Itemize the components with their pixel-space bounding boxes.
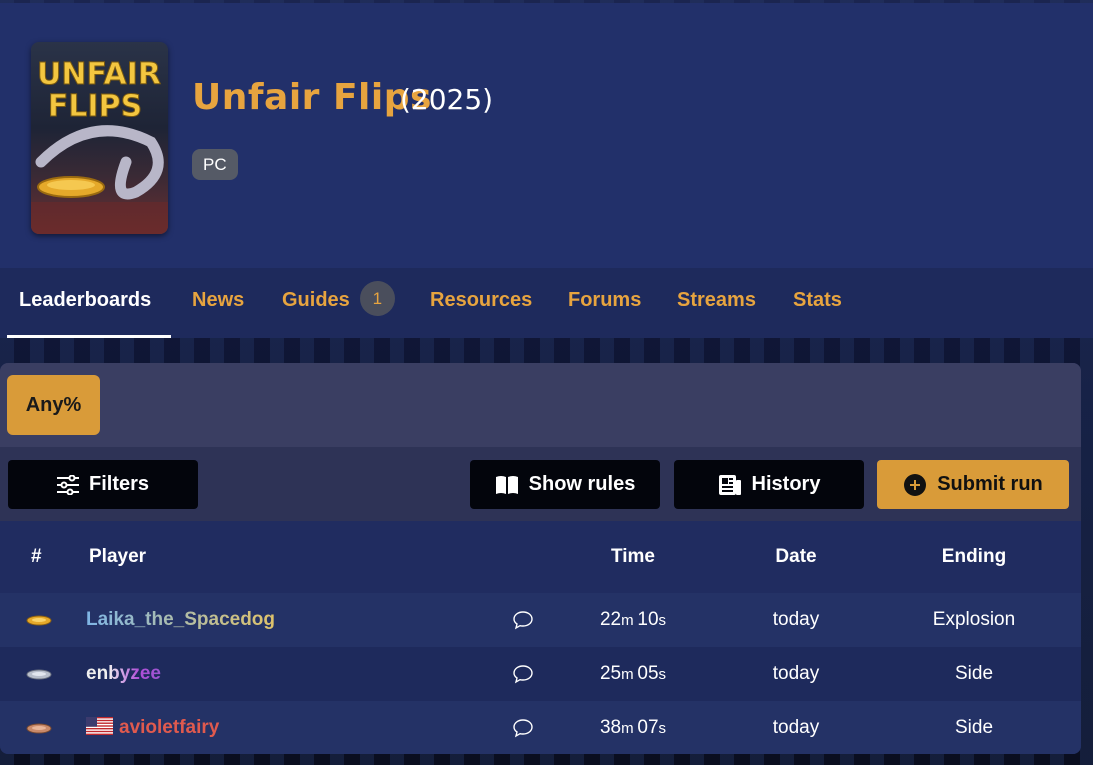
newspaper-icon <box>718 474 742 496</box>
show-rules-button[interactable]: Show rules <box>470 460 660 509</box>
sliders-icon <box>56 474 79 495</box>
leaderboard-panel: Any% Filters Show rules History Submit r… <box>0 363 1081 754</box>
game-header: UNFAIR FLIPS Unfair Flips (2025) PC <box>0 3 1093 268</box>
tab-resources[interactable]: Resources <box>430 268 532 338</box>
tab-forums[interactable]: Forums <box>568 268 641 338</box>
filters-label: Filters <box>88 473 150 495</box>
run-date: today <box>772 663 820 684</box>
game-year: (2025) <box>400 83 494 116</box>
player-name-text: enbyzee <box>86 663 161 684</box>
table-header: # Player Time Date Ending <box>0 521 1081 593</box>
game-cover-image[interactable]: UNFAIR FLIPS <box>31 42 168 234</box>
comment-icon[interactable] <box>513 610 533 630</box>
player-name-text: Laika_the_Spacedog <box>86 609 276 630</box>
table-row[interactable]: Laika_the_Spacedog 22m 10s today Explosi… <box>0 593 1081 647</box>
column-header-player: Player <box>89 546 147 567</box>
history-label: History <box>751 473 821 495</box>
gold-coin-icon <box>26 615 52 626</box>
guides-count-badge: 1 <box>359 281 395 317</box>
game-nav-tabs: Leaderboards News Guides 1 Resources Foru… <box>0 268 1093 338</box>
run-ending: Side <box>954 663 994 684</box>
player-name[interactable]: avioletfairy <box>86 701 219 754</box>
table-row[interactable]: enbyzee 25m 05s today Side <box>0 647 1081 701</box>
tab-guides[interactable]: Guides 1 <box>282 268 395 338</box>
bronze-coin-icon <box>26 723 52 734</box>
tab-leaderboards[interactable]: Leaderboards <box>19 268 151 338</box>
submit-run-button[interactable]: Submit run <box>877 460 1069 509</box>
comment-icon[interactable] <box>513 718 533 738</box>
player-name-text: avioletfairy <box>119 717 220 738</box>
tab-streams[interactable]: Streams <box>677 268 756 338</box>
run-date: today <box>772 717 820 738</box>
column-header-rank: # <box>31 546 42 567</box>
column-header-time[interactable]: Time <box>583 521 683 593</box>
player-name[interactable]: Laika_the_Spacedog <box>86 593 275 647</box>
leaderboard-toolbar: Filters Show rules History Submit run <box>0 447 1081 521</box>
run-time[interactable]: 22m 10s <box>583 593 683 647</box>
filters-button[interactable]: Filters <box>8 460 198 509</box>
book-icon <box>495 475 519 495</box>
history-button[interactable]: History <box>674 460 864 509</box>
game-title: Unfair Flips <box>192 77 432 118</box>
plus-circle-icon <box>903 473 927 497</box>
run-ending: Side <box>954 717 994 738</box>
cover-art: UNFAIR FLIPS <box>31 57 168 234</box>
platform-badge[interactable]: PC <box>192 149 238 180</box>
category-selector: Any% <box>0 363 1081 447</box>
run-time[interactable]: 25m 05s <box>583 647 683 701</box>
category-chip-any-percent[interactable]: Any% <box>7 375 100 435</box>
tab-news[interactable]: News <box>192 268 244 338</box>
tab-guides-label: Guides <box>282 289 350 311</box>
tab-stats[interactable]: Stats <box>793 268 842 338</box>
submit-run-label: Submit run <box>937 473 1043 495</box>
active-tab-indicator <box>7 335 171 338</box>
run-ending: Explosion <box>932 609 1016 630</box>
svg-text:UNFAIR: UNFAIR <box>37 57 161 92</box>
run-date: today <box>772 609 820 630</box>
column-header-ending: Ending <box>941 546 1007 567</box>
run-time[interactable]: 38m 07s <box>583 701 683 754</box>
player-name[interactable]: enbyzee <box>86 647 161 701</box>
us-flag-icon <box>86 716 113 735</box>
svg-text:FLIPS: FLIPS <box>48 89 142 124</box>
silver-coin-icon <box>26 669 52 680</box>
comment-icon[interactable] <box>513 664 533 684</box>
table-row[interactable]: avioletfairy 38m 07s today Side <box>0 701 1081 754</box>
column-header-date[interactable]: Date <box>746 521 846 593</box>
show-rules-label: Show rules <box>528 473 636 495</box>
